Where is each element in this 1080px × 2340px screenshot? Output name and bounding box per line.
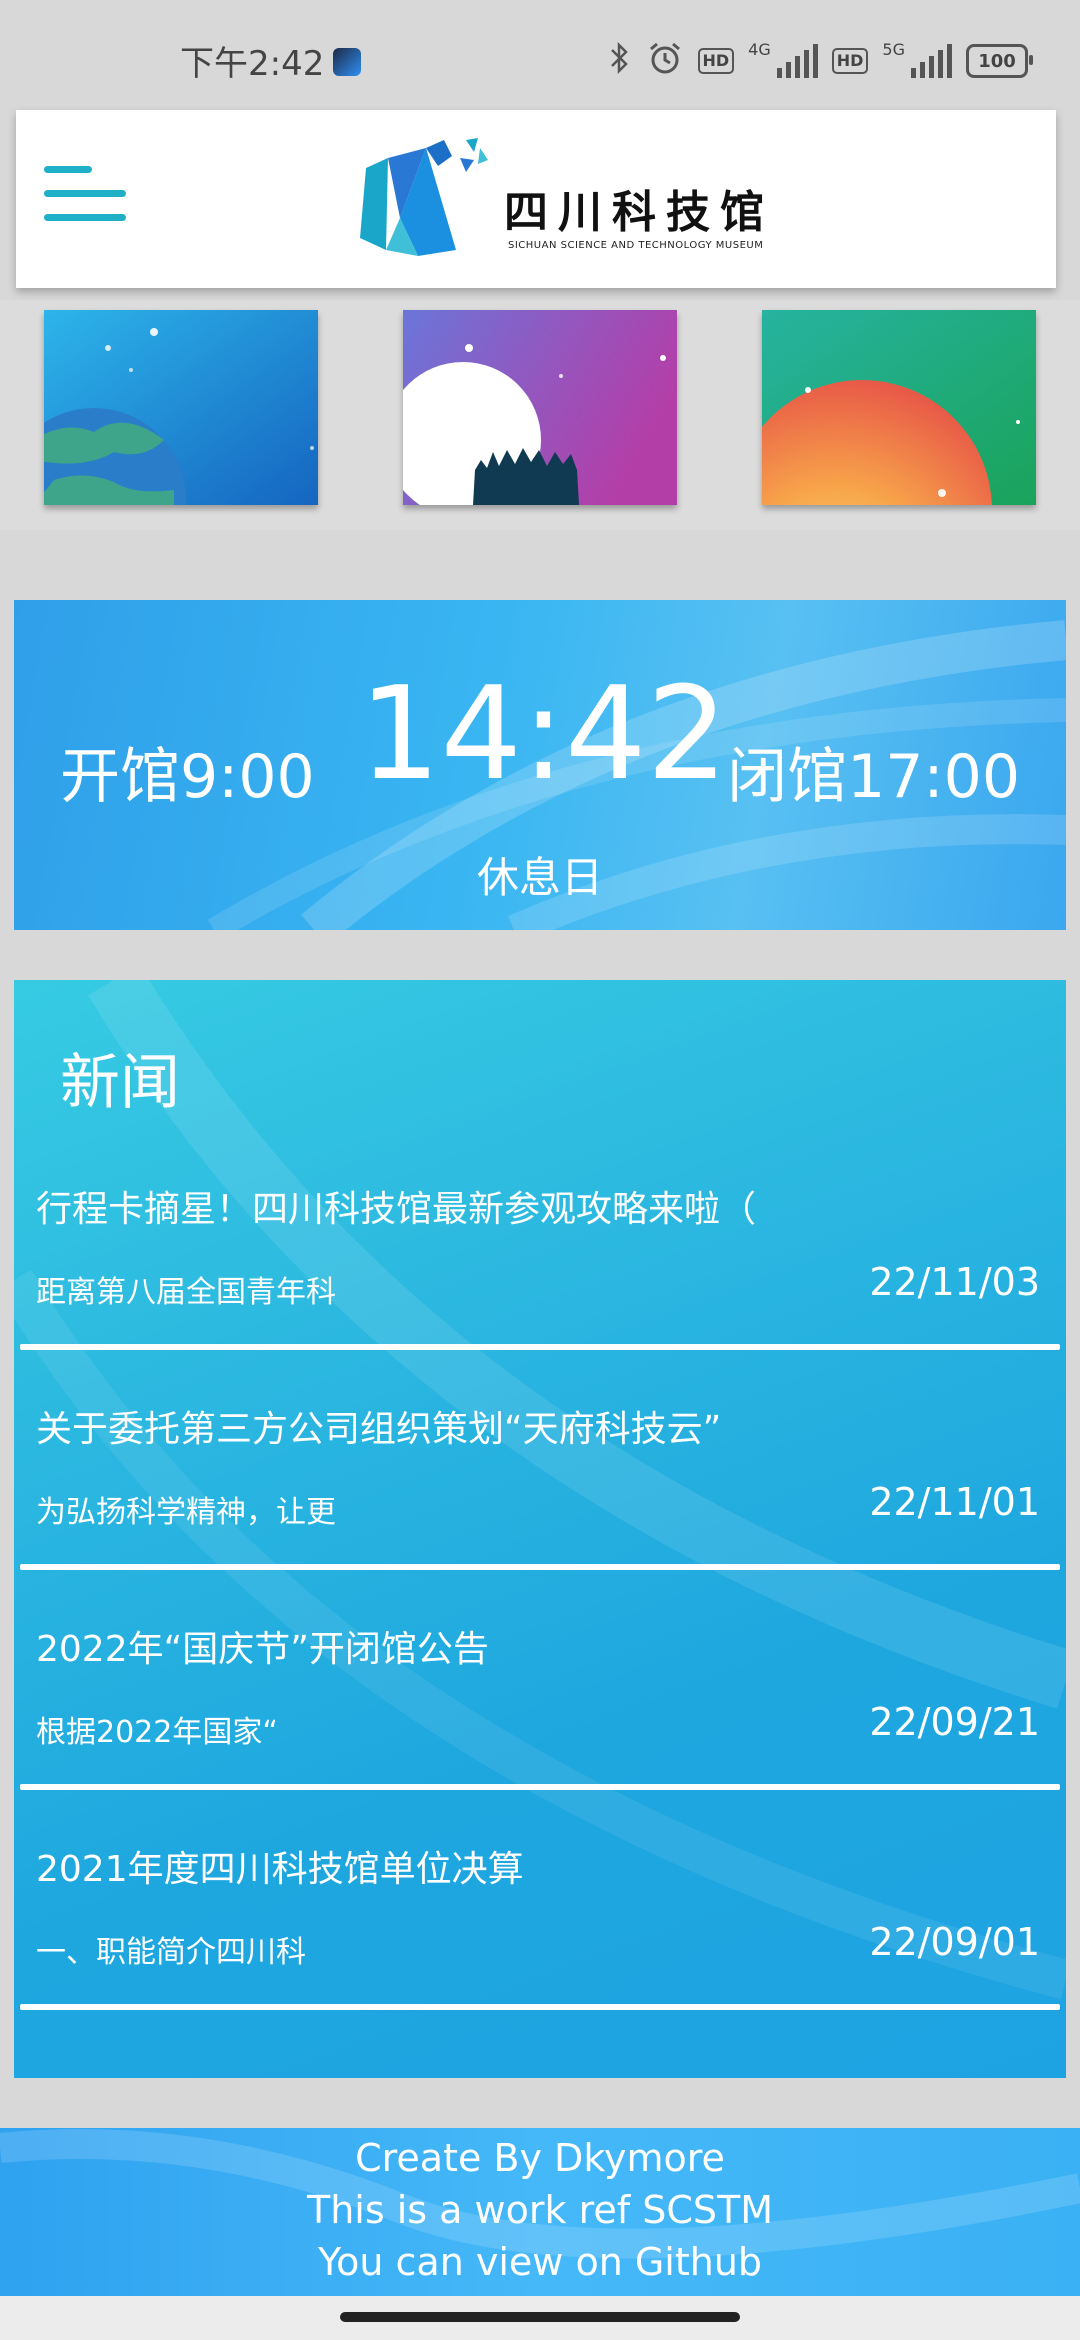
status-icons: HD 4G HD 5G 100 bbox=[608, 39, 1033, 82]
opening-time: 开馆9:00 bbox=[60, 742, 315, 812]
status-time: 下午2:42 bbox=[180, 44, 325, 84]
home-indicator[interactable] bbox=[340, 2312, 740, 2322]
current-time: 14:42 bbox=[359, 660, 728, 809]
news-item-summary: 一、职能简介四川科 bbox=[36, 1935, 306, 1970]
bluetooth-icon bbox=[608, 40, 632, 82]
news-divider bbox=[20, 1564, 1060, 1570]
news-item-title: 2022年“国庆节”开闭馆公告 bbox=[36, 1629, 489, 1670]
moon-forest-tile[interactable] bbox=[403, 310, 677, 505]
news-item-title: 行程卡摘星！四川科技馆最新参观攻略来啦（ bbox=[36, 1189, 757, 1230]
footer-credit: Create By Dkymore bbox=[355, 2136, 725, 2180]
news-item-date: 22/11/01 bbox=[869, 1480, 1040, 1524]
news-item[interactable]: 行程卡摘星！四川科技馆最新参观攻略来啦（ 距离第八届全国青年科 22/11/03 bbox=[14, 1180, 1066, 1400]
news-item-summary: 为弘扬科学精神，让更 bbox=[36, 1495, 336, 1530]
news-item-title: 关于委托第三方公司组织策划“天府科技云” bbox=[36, 1409, 722, 1450]
news-item[interactable]: 2022年“国庆节”开闭馆公告 根据2022年国家“ 22/09/21 bbox=[14, 1620, 1066, 1840]
logo-chinese-name: 四川科技馆 bbox=[504, 187, 774, 238]
logo-mark-icon bbox=[360, 138, 488, 256]
footer-reference: This is a work ref SCSTM bbox=[307, 2188, 773, 2232]
network-type-2: 5G bbox=[882, 39, 905, 59]
museum-logo: 四川科技馆 SICHUAN SCIENCE AND TECHNOLOGY MUS… bbox=[356, 138, 764, 268]
news-divider bbox=[20, 1784, 1060, 1790]
news-item-title: 2021年度四川科技馆单位决算 bbox=[36, 1849, 524, 1890]
news-item-summary: 根据2022年国家“ bbox=[36, 1715, 278, 1750]
news-heading: 新闻 bbox=[60, 1048, 180, 1118]
signal-icon bbox=[776, 44, 818, 78]
news-item-summary: 距离第八届全国青年科 bbox=[36, 1275, 336, 1310]
news-divider bbox=[20, 1344, 1060, 1350]
hamburger-menu-icon[interactable] bbox=[44, 158, 130, 244]
signal-icon-2 bbox=[911, 44, 952, 78]
system-nav-bar bbox=[0, 2296, 1080, 2340]
app-header: 四川科技馆 SICHUAN SCIENCE AND TECHNOLOGY MUS… bbox=[16, 110, 1056, 288]
opening-hours-card: 开馆9:00 14:42 闭馆17:00 休息日 bbox=[14, 600, 1066, 930]
hd-badge: HD bbox=[697, 48, 735, 74]
battery-level: 100 bbox=[978, 50, 1016, 72]
news-item[interactable]: 2021年度四川科技馆单位决算 一、职能简介四川科 22/09/01 bbox=[14, 1840, 1066, 2060]
footer-github-link[interactable]: You can view on Github bbox=[0, 2236, 1080, 2288]
network-type: 4G bbox=[748, 39, 771, 59]
app-notification-icon bbox=[333, 48, 361, 76]
earth-tile[interactable] bbox=[44, 310, 318, 505]
footer: Create By Dkymore This is a work ref SCS… bbox=[0, 2128, 1080, 2296]
logo-english-name: SICHUAN SCIENCE AND TECHNOLOGY MUSEUM bbox=[508, 240, 764, 251]
sun-tile[interactable] bbox=[762, 310, 1036, 505]
news-item-date: 22/09/21 bbox=[869, 1700, 1040, 1744]
hd-badge-2: HD bbox=[831, 48, 869, 74]
news-item-date: 22/11/03 bbox=[869, 1260, 1040, 1304]
news-card: 新闻 行程卡摘星！四川科技馆最新参观攻略来啦（ 距离第八届全国青年科 22/11… bbox=[14, 980, 1066, 2078]
status-bar: 下午2:42 HD 4G HD 5G 100 bbox=[0, 0, 1080, 110]
day-status: 休息日 bbox=[476, 853, 603, 902]
feature-tiles bbox=[0, 300, 1080, 530]
news-item[interactable]: 关于委托第三方公司组织策划“天府科技云” 为弘扬科学精神，让更 22/11/01 bbox=[14, 1400, 1066, 1620]
closing-time: 闭馆17:00 bbox=[727, 742, 1020, 812]
news-divider bbox=[20, 2004, 1060, 2010]
news-item-date: 22/09/01 bbox=[869, 1920, 1040, 1964]
battery-icon: 100 bbox=[966, 44, 1033, 78]
alarm-icon bbox=[646, 40, 684, 82]
